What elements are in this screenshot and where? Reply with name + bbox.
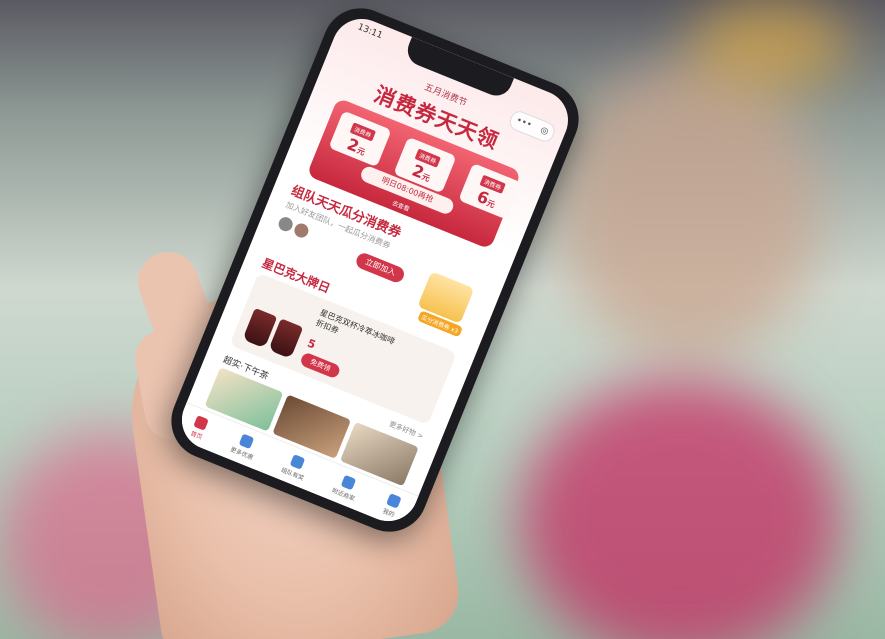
coupon-unit: 元 xyxy=(420,172,432,184)
home-icon xyxy=(193,414,210,431)
background-yellow-blob xyxy=(690,0,850,90)
tab-label: 附近商家 xyxy=(330,486,356,503)
coupon-unit: 元 xyxy=(355,145,367,158)
team-icon xyxy=(289,453,306,470)
status-time: 13:11 xyxy=(355,22,384,42)
tab-label: 组队有奖 xyxy=(280,466,306,482)
profile-icon xyxy=(385,492,402,509)
smartphone: 13:11 ••• ◎ 五月消费节 消费券天天领 消费券 2元 消费券 2元 消… xyxy=(159,0,591,544)
coupon-unit: 元 xyxy=(485,198,497,210)
avatar xyxy=(276,215,295,234)
tab-more-offers[interactable]: 更多优惠 xyxy=(229,431,260,461)
tab-home[interactable]: 首页 xyxy=(189,414,210,441)
tab-team-rewards[interactable]: 组队有奖 xyxy=(280,451,311,482)
product-price: 5 xyxy=(305,336,318,352)
background-person-face xyxy=(560,60,820,360)
tab-label: 我的 xyxy=(381,507,396,519)
location-icon xyxy=(340,474,357,490)
coupon-card[interactable]: 消费券 2元 xyxy=(328,110,392,168)
tab-label: 更多优惠 xyxy=(229,445,255,462)
tab-nearby-merchants[interactable]: 附近商家 xyxy=(331,472,362,502)
tab-mine[interactable]: 我的 xyxy=(382,492,402,518)
phone-screen: 13:11 ••• ◎ 五月消费节 消费券天天领 消费券 2元 消费券 2元 消… xyxy=(172,9,578,531)
background-person-shirt xyxy=(520,380,840,639)
tab-label: 首页 xyxy=(189,429,204,441)
product-name: 星巴克双杯冷萃冰咖啡折扣券 xyxy=(314,307,397,347)
photo-scene: 13:11 ••• ◎ 五月消费节 消费券天天领 消费券 2元 消费券 2元 消… xyxy=(0,0,885,639)
claim-free-button[interactable]: 免费领 xyxy=(299,351,342,380)
avatar xyxy=(292,221,311,240)
coupon-card[interactable]: 消费券 6元 xyxy=(458,163,522,220)
offers-icon xyxy=(239,433,255,449)
